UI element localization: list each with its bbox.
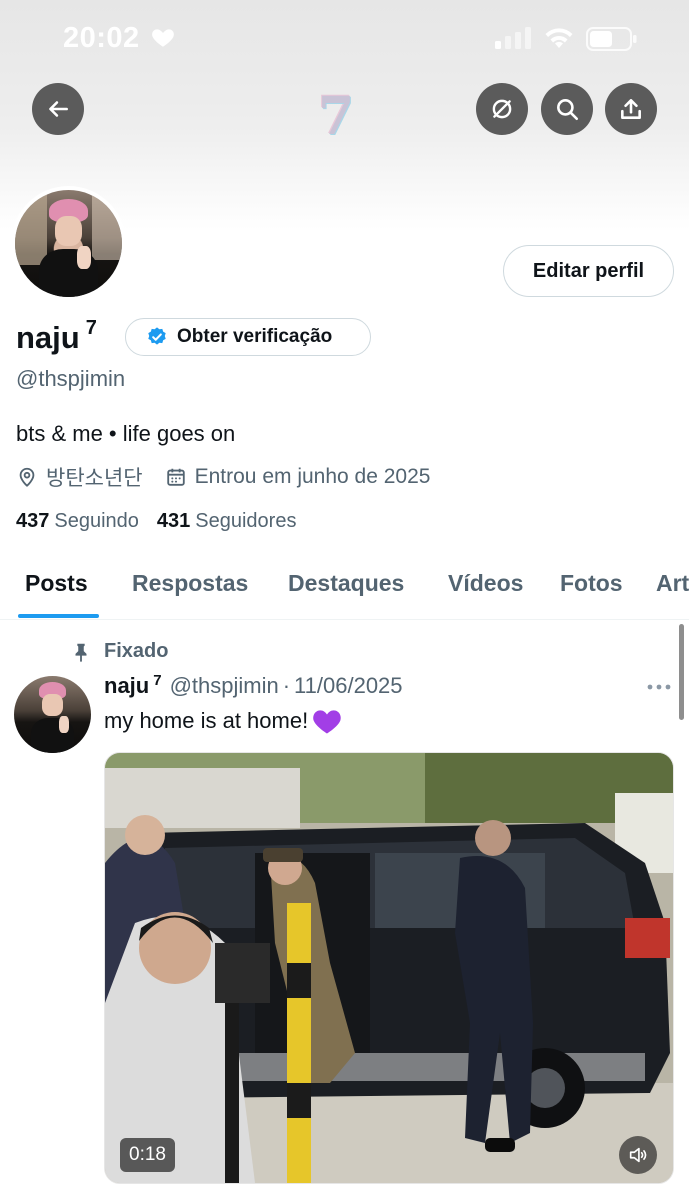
video-frame xyxy=(105,753,673,1183)
post-author-badge: 7 xyxy=(153,672,162,689)
profile-handle: @thspjimin xyxy=(16,366,126,391)
profile-bio: bts & me • life goes on xyxy=(16,421,236,446)
get-verified-button[interactable]: Obter verificação xyxy=(125,318,371,356)
followers-count: 431 xyxy=(156,510,191,532)
search-icon xyxy=(557,99,579,121)
joined-text: Entrou em junho de 2025 xyxy=(194,465,431,488)
post-header: naju 7 @thspjimin · 11/06/2025 xyxy=(104,672,403,699)
grok-button[interactable] xyxy=(476,83,528,135)
post-date[interactable]: 11/06/2025 xyxy=(294,673,402,699)
signal-icon xyxy=(495,27,531,49)
verified-badge-icon xyxy=(148,327,166,345)
followers-link[interactable]: 431 Seguidores xyxy=(157,510,297,533)
arrow-left-icon xyxy=(49,101,68,117)
mute-button[interactable] xyxy=(619,1136,657,1174)
profile-meta: 방탄소년단 Entrou em junho de 2025 xyxy=(16,462,452,492)
calendar-icon xyxy=(166,468,185,486)
pin-icon xyxy=(75,643,87,662)
following-count: 437 xyxy=(16,510,50,532)
tab-highlights[interactable]: Destaques xyxy=(288,570,404,597)
page-scrollbar[interactable] xyxy=(679,624,684,720)
tab-photos[interactable]: Fotos xyxy=(560,570,623,597)
name-badge: 7 xyxy=(85,316,97,339)
header-emblem: 7 xyxy=(318,86,355,147)
status-bar: 20:02 xyxy=(0,0,689,80)
speaker-muted-icon xyxy=(629,1147,647,1163)
share-icon xyxy=(621,99,641,119)
purple-heart-icon xyxy=(313,710,341,734)
tab-replies[interactable]: Respostas xyxy=(132,570,248,597)
post-author-name[interactable]: naju xyxy=(104,673,149,699)
following-label: Seguindo xyxy=(54,510,139,532)
post-body: my home is at home! xyxy=(104,708,309,733)
post-author-avatar[interactable] xyxy=(14,676,91,753)
location-text: 방탄소년단 xyxy=(46,467,143,490)
following-link[interactable]: 437 Seguindo xyxy=(16,510,139,533)
profile-tabs: Posts Respostas Destaques Vídeos Fotos A… xyxy=(0,556,689,620)
tab-articles[interactable]: Art xyxy=(656,570,689,597)
heart-icon xyxy=(152,29,174,47)
location-pin-icon xyxy=(19,467,35,487)
back-button[interactable] xyxy=(32,83,84,135)
get-verified-label: Obter verificação xyxy=(177,326,333,347)
display-name: naju xyxy=(16,320,80,355)
battery-icon xyxy=(586,27,637,51)
profile-avatar[interactable] xyxy=(11,186,126,301)
display-name-row: naju 7 xyxy=(16,317,97,359)
followers-label: Seguidores xyxy=(195,510,297,532)
wifi-icon xyxy=(545,28,573,48)
follow-stats: 437 Seguindo 431 Seguidores xyxy=(16,510,314,533)
pinned-indicator: Fixado xyxy=(70,640,168,663)
post-author-handle[interactable]: @thspjimin xyxy=(170,673,279,699)
edit-profile-button[interactable]: Editar perfil xyxy=(503,245,674,297)
avatar-photo xyxy=(15,190,122,297)
tab-posts[interactable]: Posts xyxy=(25,570,88,597)
more-options-icon[interactable] xyxy=(645,680,673,694)
post-separator: · xyxy=(282,673,291,698)
pinned-label: Fixado xyxy=(104,640,169,662)
grok-icon xyxy=(492,99,512,119)
search-button[interactable] xyxy=(541,83,593,135)
active-tab-indicator xyxy=(18,614,99,618)
status-time: 20:02 xyxy=(63,22,140,54)
post-video[interactable]: 0:18 xyxy=(104,752,674,1184)
location-item: 방탄소년단 xyxy=(16,462,143,492)
joined-item: Entrou em junho de 2025 xyxy=(165,465,431,489)
tab-videos[interactable]: Vídeos xyxy=(448,570,523,597)
share-button[interactable] xyxy=(605,83,657,135)
video-duration: 0:18 xyxy=(120,1138,175,1172)
post-text: my home is at home! xyxy=(104,707,342,735)
